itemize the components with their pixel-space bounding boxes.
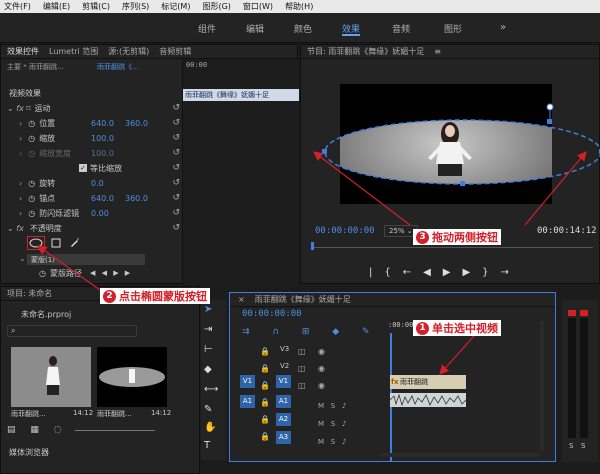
callout-2-text: 点击椭圆蒙版按钮 [119,290,207,303]
callout-3-text: 拖动两侧按钮 [432,231,498,244]
callout-ellipse-mask: 2 点击椭圆蒙版按钮 [100,288,210,304]
annotation-arrows [37,151,587,375]
callout-2-number: 2 [103,289,116,303]
callout-1-number: 1 [416,321,429,335]
callout-1-text: 单击选中视频 [432,322,498,335]
callout-select-clip: 1 单击选中视频 [413,320,501,336]
callout-drag-handles: 3 拖动两侧按钮 [413,229,501,245]
callout-3-number: 3 [416,230,429,244]
